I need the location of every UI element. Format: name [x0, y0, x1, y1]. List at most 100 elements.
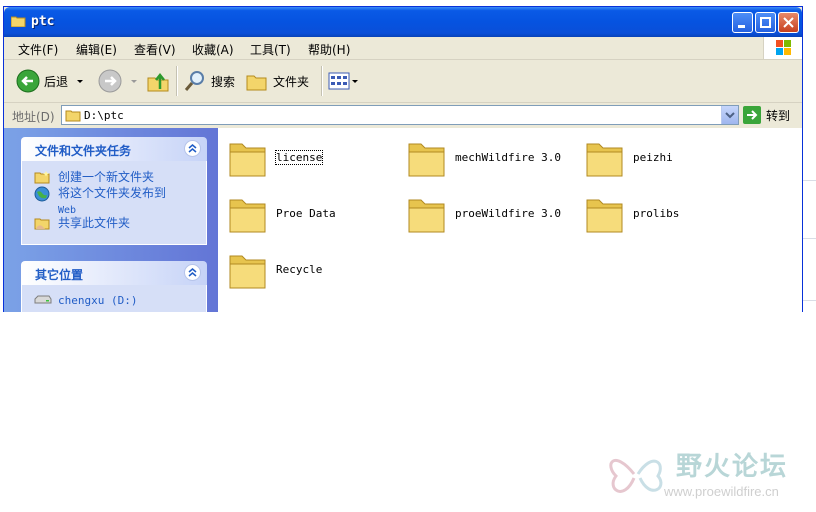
address-dropdown-button[interactable]: [721, 106, 738, 124]
minimize-button[interactable]: [732, 12, 753, 33]
menu-favorites[interactable]: 收藏(A): [192, 41, 234, 58]
maximize-button[interactable]: [755, 12, 776, 33]
folder-icon: [229, 199, 266, 233]
address-label: 地址(D): [12, 110, 55, 124]
back-dropdown-icon[interactable]: [74, 76, 86, 86]
address-input[interactable]: D:\ptc: [61, 105, 739, 125]
close-icon: [783, 17, 794, 28]
search-button[interactable]: 搜索: [183, 68, 235, 94]
place-drive-d[interactable]: chengxu (D:): [22, 293, 206, 309]
chevron-up-icon: [188, 144, 197, 153]
folder-item[interactable]: mechWildfire 3.0: [407, 138, 577, 180]
toolbar-separator: [176, 66, 178, 96]
menu-bar: 文件(F) 编辑(E) 查看(V) 收藏(A) 工具(T) 帮助(H): [4, 37, 802, 60]
menu-tools[interactable]: 工具(T): [250, 41, 291, 58]
search-label: 搜索: [211, 74, 236, 89]
search-icon: [184, 71, 204, 91]
maximize-icon: [760, 17, 771, 28]
minimize-icon: [738, 25, 745, 28]
file-tasks-panel: 文件和文件夹任务 创建一个新文件夹 将这个文件夹发布到 Web 共享此文件夹: [21, 137, 207, 245]
folder-item[interactable]: peizhi: [585, 138, 755, 180]
go-button[interactable]: 转到: [743, 105, 790, 125]
menu-file[interactable]: 文件(F): [18, 41, 58, 58]
folder-icon: [408, 199, 445, 233]
folder-name: Recycle: [276, 263, 323, 276]
views-dropdown-icon: [352, 80, 358, 83]
folders-button[interactable]: 文件夹: [245, 68, 309, 94]
folder-icon: [229, 143, 266, 177]
folders-icon: [246, 75, 267, 91]
chevron-up-icon: [188, 268, 197, 277]
folder-item[interactable]: prolibs: [585, 194, 755, 236]
share-folder-icon: [34, 218, 50, 230]
content-area: 文件和文件夹任务 创建一个新文件夹 将这个文件夹发布到 Web 共享此文件夹 其…: [4, 128, 802, 312]
publish-web-icon: [34, 186, 50, 202]
divider: [803, 180, 816, 181]
folder-icon: [408, 143, 445, 177]
folder-name: prolibs: [633, 207, 680, 220]
folder-name: license: [274, 150, 324, 165]
folder-item[interactable]: Recycle: [228, 250, 398, 292]
window-title: ptc: [31, 14, 55, 29]
folders-label: 文件夹: [273, 74, 310, 89]
divider: [803, 238, 816, 239]
watermark-url: www.proewildfire.cn: [664, 484, 779, 499]
task-new-folder-label: 创建一个新文件夹: [58, 170, 155, 184]
go-label: 转到: [766, 108, 791, 123]
file-tasks-header[interactable]: 文件和文件夹任务: [21, 137, 207, 161]
go-arrow-icon: [743, 106, 761, 124]
task-share-folder[interactable]: 共享此文件夹: [22, 215, 206, 231]
views-icon: [328, 72, 350, 90]
collapse-button[interactable]: [184, 264, 201, 281]
folder-icon: [11, 16, 26, 27]
address-value: D:\ptc: [84, 109, 124, 122]
folder-name: Proe Data: [276, 207, 336, 220]
task-share-folder-label: 共享此文件夹: [58, 216, 131, 230]
menu-edit[interactable]: 编辑(E): [76, 41, 117, 58]
views-button[interactable]: [327, 68, 359, 94]
task-publish-web[interactable]: 将这个文件夹发布到 Web: [22, 185, 206, 216]
task-pane: 文件和文件夹任务 创建一个新文件夹 将这个文件夹发布到 Web 共享此文件夹 其…: [4, 128, 218, 312]
menu-view[interactable]: 查看(V): [134, 41, 176, 58]
folder-icon: [586, 199, 623, 233]
back-arrow-icon: [16, 69, 40, 93]
divider: [803, 300, 816, 301]
drive-icon: [34, 295, 52, 304]
explorer-window: ptc 文件(F) 编辑(E) 查看(V) 收藏(A) 工具(T) 帮助(H): [3, 6, 803, 312]
other-places-panel: 其它位置 chengxu (D:): [21, 261, 207, 312]
windows-logo: [763, 37, 802, 59]
up-folder-button[interactable]: [146, 68, 170, 94]
toolbar-separator: [321, 66, 323, 96]
file-tasks-body: 创建一个新文件夹 将这个文件夹发布到 Web 共享此文件夹: [21, 161, 207, 245]
place-drive-label: chengxu (D:): [58, 294, 138, 307]
watermark-text: 野火论坛: [676, 452, 789, 482]
windows-flag-icon: [776, 40, 791, 55]
folder-name: peizhi: [633, 151, 673, 164]
folder-item[interactable]: license: [228, 138, 398, 180]
folder-name: mechWildfire 3.0: [455, 151, 561, 164]
folder-icon: [586, 143, 623, 177]
other-places-body: chengxu (D:): [21, 285, 207, 312]
title-bar[interactable]: ptc: [4, 7, 802, 37]
chevron-down-icon: [725, 112, 735, 119]
close-button[interactable]: [778, 12, 799, 33]
forward-dropdown-icon[interactable]: [128, 76, 140, 86]
toolbar: 后退 搜索 文件夹: [4, 60, 802, 103]
new-folder-icon: [34, 171, 50, 184]
menu-help[interactable]: 帮助(H): [308, 41, 350, 58]
back-button[interactable]: 后退: [16, 68, 86, 94]
folder-item[interactable]: Proe Data: [228, 194, 398, 236]
folder-icon: [229, 255, 266, 289]
collapse-button[interactable]: [184, 140, 201, 157]
forward-arrow-icon: [98, 69, 122, 93]
back-label: 后退: [44, 74, 69, 89]
forum-watermark: 野火论坛 www.proewildfire.cn: [604, 444, 814, 504]
address-bar: 地址(D) D:\ptc 转到: [4, 103, 802, 127]
other-places-header[interactable]: 其它位置: [21, 261, 207, 285]
file-tasks-title: 文件和文件夹任务: [35, 144, 132, 158]
other-places-title: 其它位置: [35, 268, 84, 282]
folder-icon: [65, 110, 81, 122]
task-new-folder[interactable]: 创建一个新文件夹: [22, 169, 206, 185]
folder-item[interactable]: proeWildfire 3.0: [407, 194, 577, 236]
forward-button[interactable]: [98, 68, 140, 94]
